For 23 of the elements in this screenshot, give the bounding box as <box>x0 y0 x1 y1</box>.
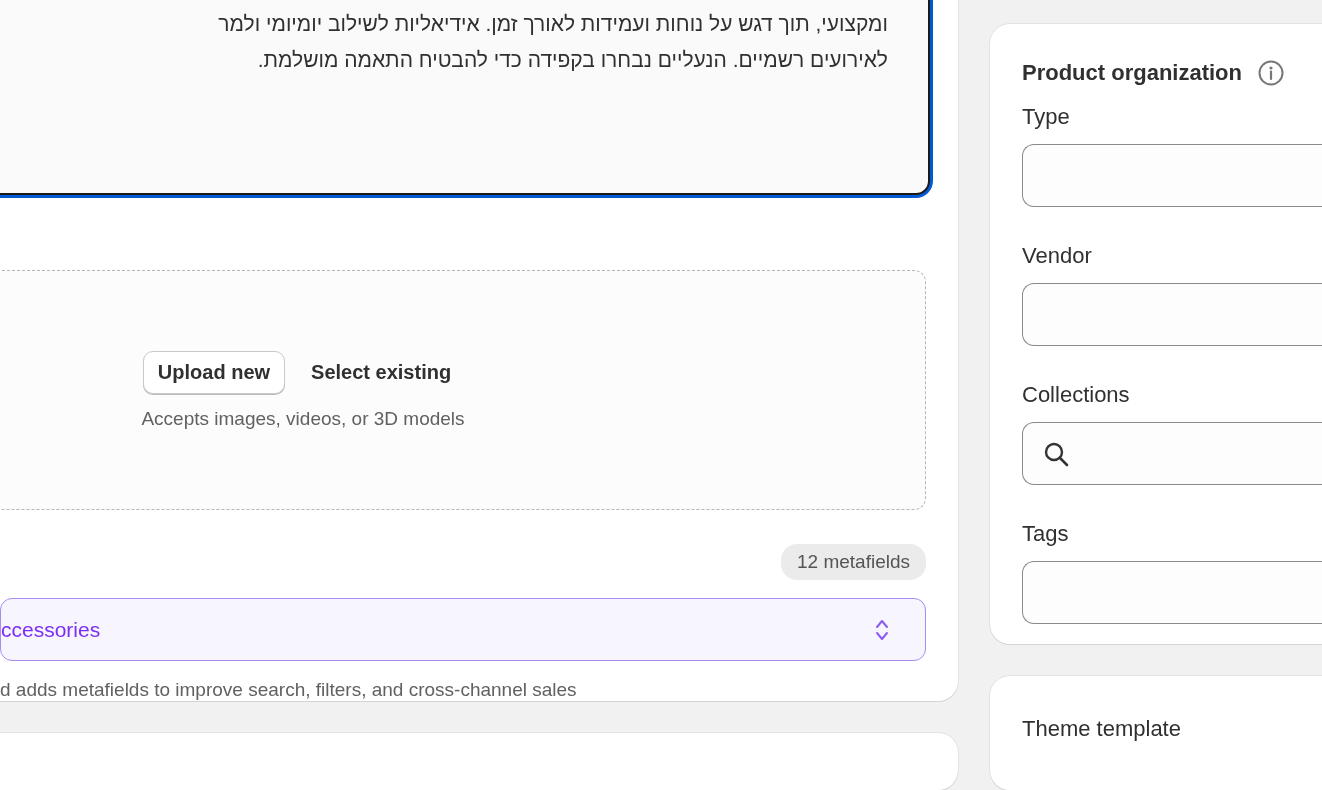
field-label: Vendor <box>1022 243 1093 269</box>
input-field[interactable] <box>1022 144 1322 207</box>
category-select[interactable]: ccessories <box>0 598 926 661</box>
input-field[interactable] <box>1022 283 1322 346</box>
search-field[interactable] <box>1022 422 1322 485</box>
category-hint: d adds metafields to improve search, filters, and cross-channel sales <box>0 679 578 701</box>
input-field[interactable] <box>1022 561 1322 624</box>
description-line: לאירועים רשמיים. הנעליים נבחרו בקפידה כדי להבטיח התאמה מושלמת. <box>257 47 888 73</box>
select-link-button[interactable]: Select existing <box>299 351 464 393</box>
section-title: Theme template <box>1022 715 1181 741</box>
field-label: Collections <box>1022 382 1131 408</box>
media-hint: Accepts images, videos, or 3D models <box>141 407 465 430</box>
chevron-updown-icon <box>875 617 889 642</box>
metafields-badge[interactable]: 12 metafields <box>781 544 926 580</box>
description-field[interactable]: ומקצועי, תוך דגש על נוחות ועמידות לאורך זמן. אידיאליות לשילוב יומיומי ולמר לאירועים רשמיים. הנעליים נבחרו בקפידה כדי להבטיח התאמה מושלמת. <box>0 0 930 195</box>
info-icon[interactable] <box>1258 60 1284 86</box>
media-dropzone[interactable]: Upload new Select existing Accepts images, videos, or 3D models <box>0 270 926 510</box>
section-title: Product organization <box>1022 60 1242 86</box>
upload-button[interactable]: Upload new <box>142 350 286 394</box>
search-icon <box>1043 440 1069 467</box>
description-line: ומקצועי, תוך דגש על נוחות ועמידות לאורך זמן. אידיאליות לשילוב יומיומי ולמר <box>218 11 888 37</box>
field-label: Type <box>1022 104 1071 130</box>
field-label: Tags <box>1022 521 1070 547</box>
